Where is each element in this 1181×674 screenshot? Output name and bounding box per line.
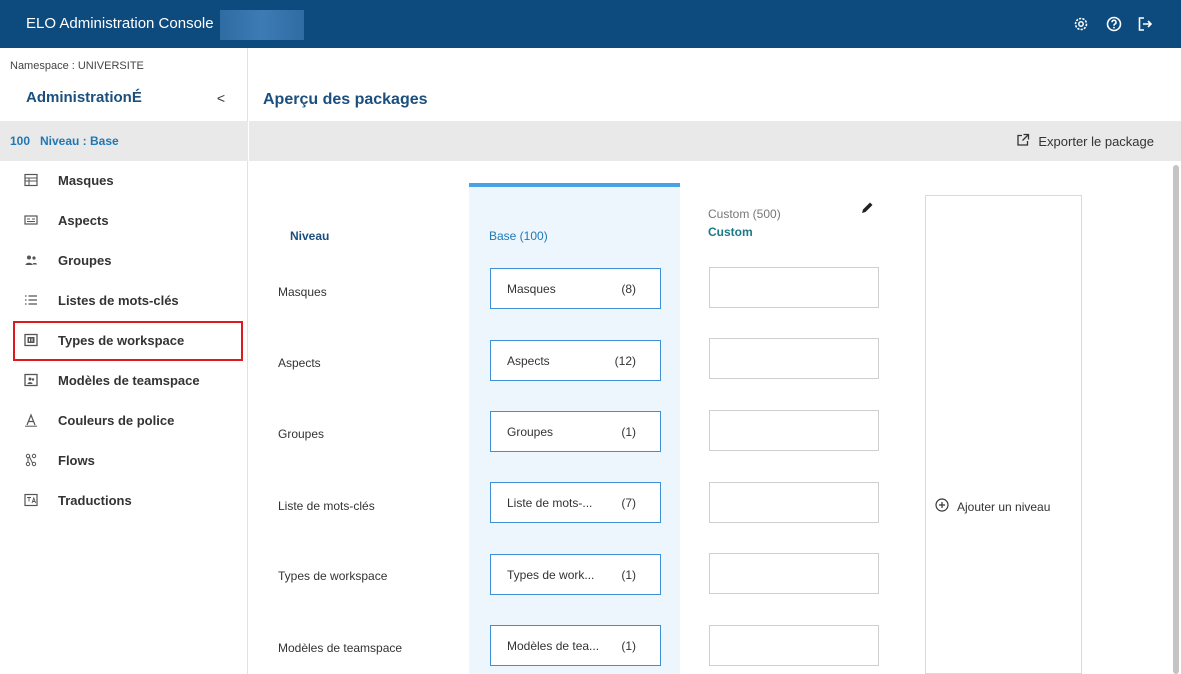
- base-package-types-de-workspace[interactable]: Types de work... (1): [490, 554, 661, 595]
- collapse-sidebar-button[interactable]: <: [213, 90, 229, 106]
- row-label-modeles-de-teamspace: Modèles de teamspace: [278, 641, 403, 655]
- package-count: (7): [621, 496, 636, 510]
- base-package-masques[interactable]: Masques (8): [490, 268, 661, 309]
- package-name: Liste de mots-...: [507, 496, 593, 510]
- package-count: (1): [621, 425, 636, 439]
- package-count: (12): [614, 354, 636, 368]
- plus-circle-icon: [935, 498, 949, 515]
- row-label-groupes: Groupes: [278, 427, 325, 441]
- current-level[interactable]: 100 Niveau : Base: [0, 121, 248, 161]
- base-package-aspects[interactable]: Aspects (12): [490, 340, 661, 381]
- sidebar-item-masques[interactable]: Masques: [0, 161, 248, 201]
- level-label: Niveau : Base: [40, 134, 119, 148]
- sidebar-item-label: Modèles de teamspace: [58, 373, 200, 388]
- redacted-area: [220, 10, 304, 40]
- groups-icon: [24, 253, 38, 267]
- page-title: Aperçu des packages: [263, 91, 428, 108]
- sidebar-item-types-de-workspace[interactable]: Types de workspace: [13, 321, 243, 361]
- sidebar-item-couleurs-de-police[interactable]: Couleurs de police: [0, 401, 248, 441]
- sidebar-item-groupes[interactable]: Groupes: [0, 241, 248, 281]
- custom-level-name: Custom: [708, 225, 753, 239]
- external-link-icon: [1016, 133, 1030, 150]
- aspects-icon: [24, 213, 38, 227]
- level-number: 100: [10, 134, 31, 148]
- logout-icon[interactable]: [1135, 14, 1155, 34]
- package-name: Masques: [507, 282, 556, 296]
- package-name: Modèles de tea...: [507, 639, 600, 653]
- custom-package-liste-de-mots-cles[interactable]: [709, 482, 879, 523]
- toolbar: Exporter le package: [249, 121, 1181, 161]
- sidebar-title: AdministrationÉ: [26, 89, 142, 106]
- level-column-header: Niveau: [290, 229, 330, 243]
- sidebar-item-aspects[interactable]: Aspects: [0, 201, 248, 241]
- sidebar-item-flows[interactable]: Flows: [0, 441, 248, 481]
- package-count: (1): [621, 639, 636, 653]
- custom-package-aspects[interactable]: [709, 338, 879, 379]
- package-count: (8): [621, 282, 636, 296]
- sidebar-item-label: Masques: [58, 173, 114, 188]
- help-icon[interactable]: [1104, 14, 1124, 34]
- teamspace-templates-icon: [24, 373, 38, 387]
- row-label-aspects: Aspects: [278, 356, 321, 370]
- sidebar-item-label: Traductions: [58, 493, 132, 508]
- base-package-liste-de-mots-cles[interactable]: Liste de mots-... (7): [490, 482, 661, 523]
- sidebar-item-label: Types de workspace: [58, 333, 185, 348]
- selected-column-indicator: [469, 183, 680, 187]
- list-icon: [24, 293, 38, 307]
- sidebar-item-label: Flows: [58, 453, 95, 468]
- row-label-types-de-workspace: Types de workspace: [278, 569, 388, 583]
- sidebar-item-label: Couleurs de police: [58, 413, 175, 428]
- top-bar: ELO Administration Console: [0, 0, 1181, 48]
- sidebar-item-modeles-de-teamspace[interactable]: Modèles de teamspace: [0, 361, 248, 401]
- package-name: Aspects: [507, 354, 550, 368]
- package-count: (1): [621, 568, 636, 582]
- flows-icon: [24, 453, 38, 467]
- row-label-masques: Masques: [278, 285, 327, 299]
- sidebar: Namespace : UNIVERSITE AdministrationÉ <…: [0, 48, 248, 674]
- export-package-label: Exporter le package: [1038, 134, 1154, 149]
- font-color-icon: [24, 413, 38, 427]
- add-level-label: Ajouter un niveau: [957, 499, 1051, 514]
- sidebar-item-label: Aspects: [58, 213, 109, 228]
- base-column-header[interactable]: Base (100): [489, 229, 548, 243]
- workspace-types-icon: [24, 333, 38, 347]
- custom-package-modeles-de-teamspace[interactable]: [709, 625, 879, 666]
- package-name: Groupes: [507, 425, 554, 439]
- custom-package-types-de-workspace[interactable]: [709, 553, 879, 594]
- scrollbar[interactable]: [1173, 165, 1179, 674]
- sidebar-item-listes-de-mots-cles[interactable]: Listes de mots-clés: [0, 281, 248, 321]
- translations-icon: [24, 493, 38, 507]
- custom-package-masques[interactable]: [709, 267, 879, 308]
- package-name: Types de work...: [507, 568, 595, 582]
- base-package-modeles-de-teamspace[interactable]: Modèles de tea... (1): [490, 625, 661, 666]
- add-level-button[interactable]: Ajouter un niveau: [935, 498, 1050, 515]
- main-content: Aperçu des packages Exporter le package …: [249, 48, 1181, 674]
- namespace-label: Namespace : UNIVERSITE: [10, 60, 144, 72]
- custom-level-id: Custom (500): [708, 207, 781, 221]
- app-title: ELO Administration Console: [26, 15, 214, 32]
- masks-icon: [24, 173, 38, 187]
- sidebar-nav: Masques Aspects Groupes Listes de mots-c…: [0, 161, 248, 521]
- custom-package-groupes[interactable]: [709, 410, 879, 451]
- add-level-column: Ajouter un niveau: [925, 195, 1082, 674]
- base-package-groupes[interactable]: Groupes (1): [490, 411, 661, 452]
- edit-pencil-icon[interactable]: [860, 201, 874, 215]
- row-label-liste-de-mots-cles: Liste de mots-clés: [278, 499, 375, 513]
- sidebar-item-traductions[interactable]: Traductions: [0, 481, 248, 521]
- export-package-button[interactable]: Exporter le package: [1016, 133, 1154, 150]
- gear-icon[interactable]: [1071, 14, 1091, 34]
- sidebar-item-label: Groupes: [58, 253, 112, 268]
- sidebar-item-label: Listes de mots-clés: [58, 293, 179, 308]
